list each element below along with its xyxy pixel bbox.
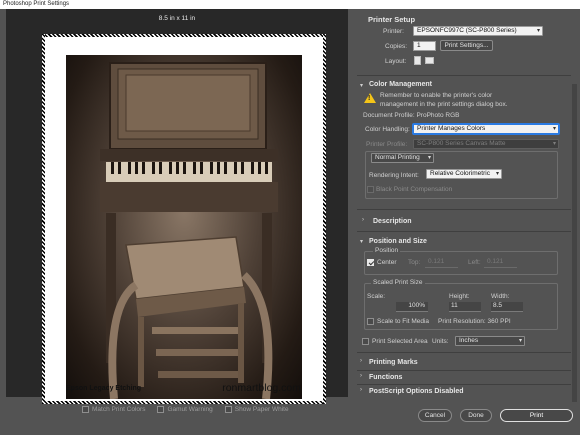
match-print-colors-option[interactable]: Match Print Colors (82, 406, 145, 413)
gamut-warning-checkbox[interactable] (157, 406, 165, 413)
paper-sheet[interactable]: Epson Legacy Etching ronmartblog.com (42, 34, 326, 404)
print-settings-button[interactable]: Print Settings... (440, 40, 493, 51)
color-handling-value: Printer Manages Colors (417, 125, 486, 132)
position-size-heading[interactable]: Position and Size (369, 238, 427, 245)
divider (357, 384, 571, 385)
scale-to-fit-checkbox[interactable] (367, 318, 374, 325)
chevron-down-icon: ▾ (552, 126, 556, 132)
scale-field[interactable]: 100% (396, 302, 428, 312)
chevron-right-icon[interactable]: › (362, 217, 364, 223)
functions-heading[interactable]: Functions (369, 374, 402, 381)
height-label: Height: (449, 293, 470, 300)
piano-chair-illustration (100, 62, 278, 399)
landscape-layout-icon[interactable] (425, 57, 434, 64)
warning-mark: ! (368, 95, 371, 102)
done-button[interactable]: Done (460, 409, 492, 422)
caption-watermark: ronmartblog.com (222, 382, 301, 394)
chevron-down-icon: ▾ (536, 28, 540, 34)
printer-profile-label: Printer Profile: (366, 141, 408, 148)
left-field[interactable]: 0.121 (484, 258, 517, 268)
chevron-down-icon: ▾ (518, 338, 522, 344)
color-management-heading[interactable]: Color Management (369, 81, 432, 88)
postscript-heading[interactable]: PostScript Options Disabled (369, 388, 464, 395)
rendering-intent-select[interactable]: Relative Colorimetric ▾ (426, 169, 502, 179)
chevron-down-icon: ▾ (427, 155, 431, 161)
caption-paper-name: Epson Legacy Etching (66, 385, 142, 392)
top-label: Top: (408, 259, 421, 266)
hatch-edge-right (323, 34, 326, 404)
print-button[interactable]: Print (500, 409, 573, 422)
width-label: Width: (491, 293, 510, 300)
printer-setup-heading: Printer Setup (368, 15, 416, 24)
color-handling-select[interactable]: Printer Manages Colors ▾ (413, 124, 559, 134)
scaled-size-label: Scaled Print Size (371, 279, 425, 286)
printer-label: Printer: (383, 28, 404, 35)
center-label: Center (377, 259, 397, 266)
chevron-right-icon[interactable]: › (360, 358, 362, 364)
chevron-down-icon[interactable]: ▾ (360, 238, 363, 245)
printing-mode-select[interactable]: Normal Printing ▾ (371, 153, 434, 163)
units-label: Units: (432, 338, 449, 345)
print-selected-area-label: Print Selected Area (372, 338, 428, 345)
copies-label: Copies: (385, 43, 408, 50)
preview-options: Match Print Colors Gamut Warning Show Pa… (82, 406, 289, 413)
printer-profile-select[interactable]: SC-P800 Series Canvas Matte ▾ (413, 139, 559, 149)
match-print-colors-checkbox[interactable] (82, 406, 89, 413)
hatch-edge-left (42, 34, 45, 404)
printer-profile-value: SC-P800 Series Canvas Matte (417, 140, 506, 147)
top-field[interactable]: 0.121 (425, 258, 458, 268)
window-title: Photoshop Print Settings (0, 0, 580, 9)
show-paper-white-label: Show Paper White (234, 406, 289, 413)
divider (357, 209, 571, 210)
gamut-warning-option[interactable]: Gamut Warning (157, 406, 213, 413)
show-paper-white-option[interactable]: Show Paper White (224, 406, 289, 413)
units-select[interactable]: Inches ▾ (455, 336, 525, 346)
color-management-warning: Remember to enable the printer's color m… (380, 92, 508, 108)
match-print-colors-label: Match Print Colors (92, 406, 146, 413)
printer-select-value: EPSONFC997C (SC-P800 Series) (417, 27, 517, 34)
portrait-layout-icon[interactable] (414, 56, 421, 65)
black-point-label: Black Point Compensation (376, 186, 453, 193)
show-paper-white-checkbox[interactable] (224, 406, 232, 413)
units-value: Inches (459, 337, 479, 344)
chevron-right-icon[interactable]: › (360, 387, 362, 393)
divider (357, 75, 571, 76)
height-field[interactable]: 11 (449, 302, 481, 312)
print-resolution: Print Resolution: 360 PPI (438, 318, 511, 325)
hatch-edge-top (42, 34, 326, 37)
settings-scrollbar[interactable] (572, 84, 577, 402)
piano-photo[interactable] (66, 55, 302, 399)
page-size-label: 8.5 in x 11 in (158, 15, 196, 22)
chevron-down-icon: ▾ (495, 171, 499, 177)
divider (357, 370, 571, 371)
rendering-intent-value: Relative Colorimetric (430, 170, 490, 177)
chevron-down-icon: ▾ (552, 141, 556, 147)
printing-marks-heading[interactable]: Printing Marks (369, 359, 418, 366)
print-selected-area-checkbox[interactable] (362, 338, 369, 345)
printer-select[interactable]: EPSONFC997C (SC-P800 Series) ▾ (413, 26, 543, 36)
black-point-checkbox[interactable] (367, 186, 374, 193)
description-heading[interactable]: Description (373, 218, 412, 225)
left-label: Left: (468, 259, 481, 266)
center-checkbox[interactable] (367, 259, 374, 266)
divider (357, 352, 571, 353)
chevron-right-icon[interactable]: › (360, 373, 362, 379)
position-group-label: Position (373, 247, 401, 254)
color-handling-label: Color Handling: (365, 126, 410, 133)
scale-to-fit-label: Scale to Fit Media (377, 318, 430, 325)
cancel-button[interactable]: Cancel (418, 409, 452, 422)
scale-label: Scale: (367, 293, 386, 300)
print-preview: 8.5 in x 11 in Epson Legacy Etching ronm… (6, 9, 348, 404)
printing-mode-value: Normal Printing (375, 154, 420, 161)
divider (357, 231, 571, 232)
width-field[interactable]: 8.5 (491, 302, 523, 312)
chevron-down-icon[interactable]: ▾ (360, 82, 363, 89)
layout-label: Layout: (385, 58, 407, 65)
copies-field[interactable]: 1 (413, 41, 436, 51)
rendering-intent-label: Rendering Intent: (369, 172, 419, 179)
document-profile: Document Profile: ProPhoto RGB (363, 112, 460, 119)
gamut-warning-label: Gamut Warning (167, 406, 213, 413)
hatch-edge-bottom (42, 401, 326, 404)
